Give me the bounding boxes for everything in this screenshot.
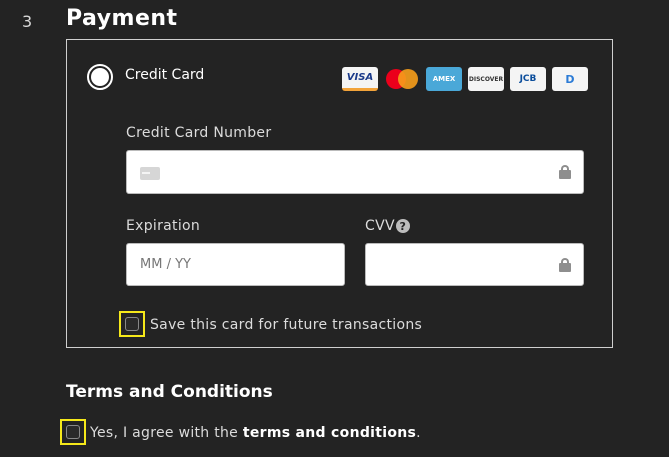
diners-icon: D (552, 67, 588, 91)
expiration-input[interactable]: MM / YY (126, 243, 345, 286)
lock-icon (559, 258, 571, 272)
mastercard-icon (384, 67, 420, 91)
payment-panel: Credit Card VISA AMEX DISCOVER JCB D Cre… (66, 39, 613, 348)
checkbox-box (66, 425, 80, 439)
credit-card-radio[interactable] (87, 64, 113, 90)
save-card-checkbox[interactable] (119, 311, 145, 337)
terms-checkbox[interactable] (60, 419, 86, 445)
radio-selected-dot (91, 68, 109, 86)
credit-card-label: Credit Card (125, 67, 205, 83)
terms-agree-label: Yes, I agree with the terms and conditio… (90, 425, 421, 441)
expiration-label: Expiration (126, 218, 201, 234)
card-number-label: Credit Card Number (126, 125, 272, 141)
card-brands: VISA AMEX DISCOVER JCB D (342, 67, 588, 91)
checkbox-box (125, 317, 139, 331)
cvv-label-text: CVV (365, 218, 395, 234)
cvv-label: CVV? (365, 218, 410, 234)
terms-link[interactable]: terms and conditions (243, 425, 416, 441)
discover-icon: DISCOVER (468, 67, 504, 91)
amex-icon: AMEX (426, 67, 462, 91)
card-icon (140, 167, 160, 180)
save-card-label: Save this card for future transactions (150, 317, 423, 333)
visa-icon: VISA (342, 67, 378, 91)
expiration-placeholder: MM / YY (140, 257, 191, 272)
page-title: Payment (66, 6, 178, 31)
help-icon[interactable]: ? (395, 219, 410, 233)
terms-agree-suffix: . (416, 425, 421, 441)
jcb-icon: JCB (510, 67, 546, 91)
lock-icon (559, 165, 571, 179)
cvv-input[interactable] (365, 243, 584, 286)
step-number: 3 (22, 12, 33, 31)
terms-agree-prefix: Yes, I agree with the (90, 425, 243, 441)
terms-title: Terms and Conditions (66, 382, 273, 402)
card-number-input[interactable] (126, 150, 584, 194)
